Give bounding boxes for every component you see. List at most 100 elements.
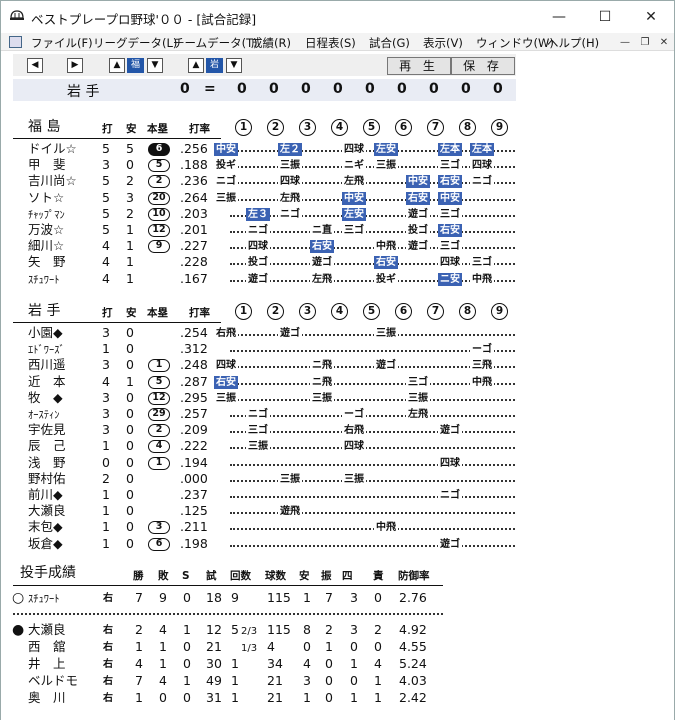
player-name[interactable]: 坂倉◆ bbox=[28, 536, 63, 551]
player-name[interactable]: 大瀬良 bbox=[28, 504, 66, 518]
stat-ab: 5 bbox=[102, 141, 110, 156]
player-name[interactable]: ドイル☆ bbox=[28, 142, 77, 156]
player-name[interactable]: 西川遥 bbox=[28, 358, 66, 372]
inning-number: 1 bbox=[235, 303, 252, 320]
play-result: ニゴ bbox=[438, 489, 462, 502]
stat-ab: 5 bbox=[102, 205, 110, 221]
pitcher-stat-era: 5.24 bbox=[399, 656, 427, 671]
menu-item[interactable]: 成績(R) bbox=[251, 35, 291, 51]
stat-hr: 12 bbox=[148, 391, 170, 405]
pitcher-name[interactable]: ベルドモ bbox=[28, 674, 78, 688]
pitcher-stat-g: 49 bbox=[206, 673, 222, 688]
stat-h: 0 bbox=[126, 454, 134, 470]
pitcher-name[interactable]: ｽﾁｭﾜｰﾄ bbox=[28, 592, 60, 606]
player-name[interactable]: 辰 己 bbox=[28, 439, 66, 453]
pitcher-stat-l: 1 bbox=[159, 639, 167, 654]
player-name[interactable]: 野村佑 bbox=[28, 471, 66, 486]
pitcher-stat-h: 1 bbox=[303, 690, 311, 705]
inning-number: 4 bbox=[331, 303, 348, 320]
team2-down-button[interactable]: ▼ bbox=[226, 58, 242, 73]
pitcher-stat-h: 3 bbox=[303, 673, 311, 688]
decision-mark: ○ bbox=[12, 590, 25, 606]
pitching-header: 回数 bbox=[230, 570, 251, 582]
stat-avg: .209 bbox=[180, 422, 208, 438]
play-result: 四球 bbox=[278, 175, 302, 189]
stat-hr: 6 bbox=[148, 537, 170, 551]
menu-item[interactable]: 試合(G) bbox=[369, 35, 410, 51]
menu-item[interactable]: リーグデータ(L) bbox=[93, 35, 177, 51]
mdi-restore-icon[interactable]: ❐ bbox=[637, 34, 653, 49]
play-result: 遊ゴ bbox=[246, 272, 270, 286]
player-name[interactable]: 宇佐見 bbox=[28, 423, 66, 437]
player-name[interactable]: ﾁｬｯﾌﾟﾏﾝ bbox=[28, 208, 65, 222]
player-name[interactable]: ｽﾁｭﾜｰﾄ bbox=[28, 273, 60, 287]
menu-item[interactable]: ファイル(F) bbox=[31, 35, 93, 51]
menu-bar: ファイル(F) リーグデータ(L) チームデータ(T) 成績(R) 日程表(S) 試合(G… bbox=[1, 33, 674, 51]
team2-up-button[interactable]: ▲ bbox=[188, 58, 204, 73]
menu-item[interactable]: 表示(V) bbox=[423, 35, 463, 51]
play-result: 中安 bbox=[342, 191, 366, 205]
play-result: 四球 bbox=[342, 143, 366, 156]
player-name[interactable]: 浅 野 bbox=[28, 455, 66, 470]
menu-item[interactable]: ウィンドウ(W) bbox=[476, 35, 554, 51]
pitcher-name[interactable]: 井 上 bbox=[28, 657, 66, 671]
stat-hr: 2 bbox=[148, 424, 170, 438]
player-name[interactable]: 末包◆ bbox=[28, 520, 63, 534]
player-name[interactable]: 小園◆ bbox=[28, 326, 63, 340]
decision-mark: ● bbox=[12, 622, 25, 638]
play-result: 遊ゴ bbox=[406, 240, 430, 254]
pitcher-name[interactable]: 大瀬良 bbox=[28, 623, 66, 637]
inning-number: 7 bbox=[427, 303, 444, 320]
prev-game-button[interactable]: ◀ bbox=[27, 58, 43, 73]
pitcher-stat-er: 0 bbox=[374, 590, 382, 605]
inning-number: 7 bbox=[427, 119, 444, 136]
save-button[interactable]: 保 存 bbox=[451, 57, 515, 75]
pitcher-stat-era: 2.42 bbox=[399, 690, 427, 705]
player-name[interactable]: 万波☆ bbox=[28, 223, 64, 237]
player-name[interactable]: 細川☆ bbox=[28, 239, 64, 253]
player-name[interactable]: ｴﾄﾞﾜｰｽﾞ bbox=[28, 343, 65, 357]
pitcher-name[interactable]: 西 舘 bbox=[28, 640, 66, 654]
player-name[interactable]: ソト☆ bbox=[28, 190, 64, 205]
play-result: 中安 bbox=[214, 143, 238, 156]
pitcher-name[interactable]: 奥 川 bbox=[28, 691, 66, 705]
pitching-header: 勝 bbox=[133, 570, 144, 582]
team2-toggle[interactable]: 岩 bbox=[206, 58, 223, 73]
pitcher-stat-l: 4 bbox=[159, 673, 167, 688]
player-name[interactable]: 甲 斐 bbox=[28, 158, 66, 172]
play-dots bbox=[230, 463, 515, 466]
stat-avg: .222 bbox=[180, 438, 208, 454]
title-bar[interactable]: ベストプレープロ野球'００ - [試合記録] — ☐ ✕ bbox=[1, 1, 674, 33]
mdi-close-icon[interactable]: ✕ bbox=[656, 34, 672, 49]
close-button[interactable]: ✕ bbox=[628, 1, 674, 33]
play-result: 右安 bbox=[374, 256, 398, 270]
pitcher-stat-bb: 3 bbox=[350, 622, 358, 637]
stat-avg: .198 bbox=[180, 535, 208, 551]
minimize-button[interactable]: — bbox=[536, 1, 582, 33]
menu-item[interactable]: ヘルプ(H) bbox=[547, 35, 599, 51]
team1-toggle[interactable]: 福 bbox=[127, 58, 144, 73]
team1-up-button[interactable]: ▲ bbox=[109, 58, 125, 73]
mdi-minimize-icon[interactable]: — bbox=[617, 34, 633, 49]
player-name[interactable]: 牧 ◆ bbox=[28, 390, 63, 405]
player-name[interactable]: 前川◆ bbox=[28, 488, 63, 502]
player-name[interactable]: 矢 野 bbox=[28, 255, 66, 269]
next-game-button[interactable]: ▶ bbox=[67, 58, 83, 73]
linescore-inning: 0 bbox=[493, 81, 503, 97]
stat-ab: 1 bbox=[102, 438, 110, 454]
play-result: 四球 bbox=[342, 440, 366, 454]
team1-down-button[interactable]: ▼ bbox=[147, 58, 163, 73]
pitcher-stat-pc: 115 bbox=[267, 590, 291, 605]
maximize-button[interactable]: ☐ bbox=[582, 1, 628, 33]
menu-item[interactable]: 日程表(S) bbox=[305, 35, 356, 51]
menu-item[interactable]: チームデータ(T) bbox=[173, 35, 258, 51]
pitcher-stat-k: 0 bbox=[325, 690, 333, 705]
player-name[interactable]: ｵｰｽﾃｨﾝ bbox=[28, 408, 60, 422]
document-icon[interactable] bbox=[9, 36, 22, 48]
player-name[interactable]: 近 本 bbox=[28, 374, 66, 389]
header-avg: 打率 bbox=[189, 123, 210, 135]
play-result: 三振 bbox=[406, 391, 430, 405]
play-result: 投ゴ bbox=[406, 224, 430, 237]
player-name[interactable]: 吉川尚☆ bbox=[28, 174, 77, 188]
replay-button[interactable]: 再 生 bbox=[387, 57, 451, 75]
